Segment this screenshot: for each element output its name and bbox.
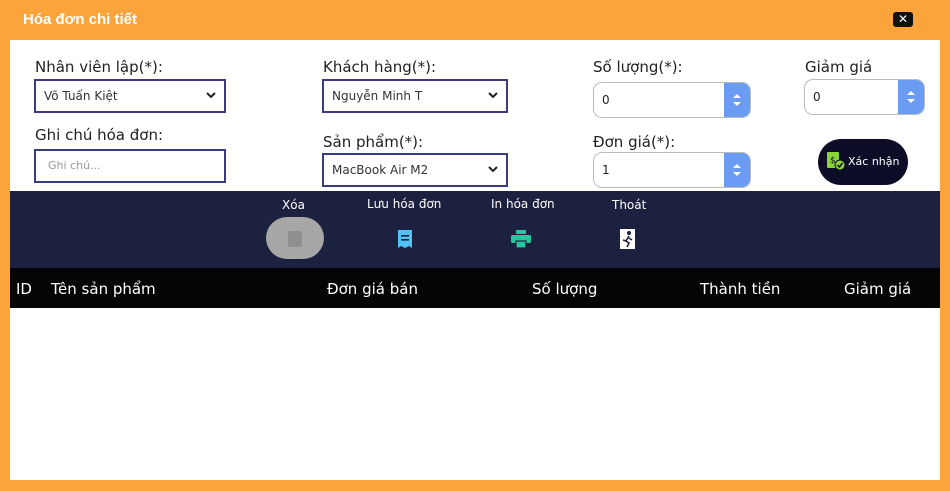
invoice-detail-window: Hóa đơn chi tiết ✕ Nhân viên lập(*): Khá… — [0, 0, 950, 491]
quantity-label: Số lượng(*): — [593, 58, 683, 76]
note-input[interactable] — [46, 158, 210, 173]
close-button[interactable]: ✕ — [893, 12, 913, 27]
delete-button[interactable] — [266, 217, 324, 259]
unit-price-label: Đơn giá(*): — [593, 133, 676, 151]
save-invoice-label: Lưu hóa đơn — [367, 197, 442, 211]
product-table-header: ID Tên sản phẩm Đơn giá bán Số lượng Thà… — [10, 268, 940, 308]
receipt-check-icon: $ — [827, 152, 846, 171]
quantity-stepper[interactable]: 0 — [593, 82, 751, 118]
employee-label: Nhân viên lập(*): — [35, 58, 163, 76]
employee-value: Võ Tuấn Kiệt — [44, 89, 118, 103]
quantity-stepper-arrows[interactable] — [724, 83, 750, 117]
product-label: Sản phẩm(*): — [323, 133, 424, 151]
chevron-down-icon — [488, 166, 498, 173]
quantity-value: 0 — [602, 93, 610, 107]
customer-select[interactable]: Nguyễn Minh T — [322, 79, 508, 113]
content-panel: Nhân viên lập(*): Khách hàng(*): Số lượn… — [10, 40, 940, 480]
chevron-down-icon — [206, 92, 216, 99]
up-down-arrows-icon — [907, 91, 915, 103]
customer-label: Khách hàng(*): — [323, 58, 437, 76]
column-header-id[interactable]: ID — [16, 280, 32, 298]
confirm-button[interactable]: $ Xác nhận — [818, 139, 908, 185]
product-table-body — [10, 308, 940, 480]
note-field[interactable] — [34, 149, 226, 183]
product-value: MacBook Air M2 — [332, 163, 429, 177]
exit-label: Thoát — [612, 198, 647, 212]
discount-value: 0 — [813, 90, 821, 104]
unit-price-value: 1 — [602, 163, 610, 177]
title-bar: Hóa đơn chi tiết ✕ — [0, 0, 950, 40]
column-header-discount[interactable]: Giảm giá — [844, 280, 911, 298]
note-label: Ghi chú hóa đơn: — [35, 126, 163, 144]
delete-label: Xóa — [282, 198, 305, 212]
unit-price-stepper-arrows[interactable] — [724, 153, 750, 187]
up-down-arrows-icon — [733, 164, 741, 176]
chevron-down-icon — [488, 92, 498, 99]
trash-icon — [288, 231, 302, 247]
product-select[interactable]: MacBook Air M2 — [322, 153, 508, 187]
up-down-arrows-icon — [733, 94, 741, 106]
column-header-unit-price[interactable]: Đơn giá bán — [327, 280, 418, 298]
discount-stepper-arrows[interactable] — [898, 80, 924, 114]
employee-select[interactable]: Võ Tuấn Kiệt — [34, 79, 226, 113]
action-toolbar: Xóa Lưu hóa đơn In hóa đơn Thoát — [10, 191, 940, 268]
unit-price-stepper[interactable]: 1 — [593, 152, 751, 188]
column-header-product-name[interactable]: Tên sản phẩm — [51, 280, 156, 298]
save-invoice-button[interactable] — [397, 229, 413, 249]
discount-label: Giảm giá — [805, 58, 873, 76]
confirm-label: Xác nhận — [848, 155, 900, 168]
print-invoice-button[interactable] — [511, 230, 531, 248]
print-invoice-label: In hóa đơn — [491, 197, 555, 211]
customer-value: Nguyễn Minh T — [332, 89, 423, 103]
window-title: Hóa đơn chi tiết — [23, 11, 138, 28]
column-header-total[interactable]: Thành tiền — [700, 280, 780, 298]
discount-stepper[interactable]: 0 — [804, 79, 925, 115]
exit-button[interactable] — [619, 228, 637, 250]
column-header-quantity[interactable]: Số lượng — [532, 280, 597, 298]
